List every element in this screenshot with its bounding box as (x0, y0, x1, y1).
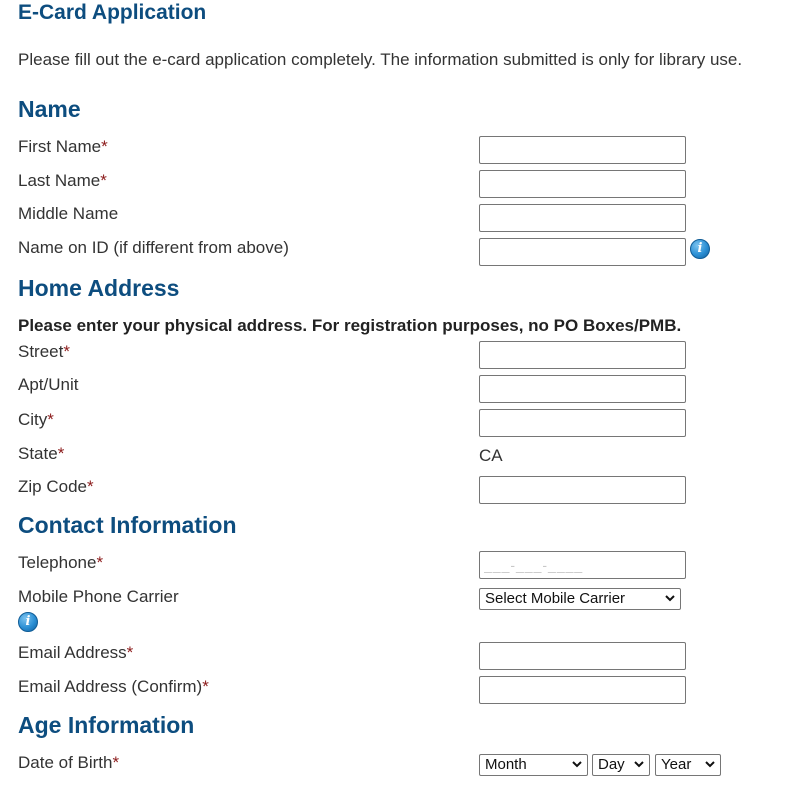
chevron-down-icon (705, 761, 715, 768)
mobile-carrier-selected: Select Mobile Carrier (485, 590, 626, 607)
dob-day-select[interactable]: Day (592, 754, 650, 776)
zip-code-label: Zip Code* (18, 477, 94, 496)
dob-year-select[interactable]: Year (655, 754, 721, 776)
required-marker: * (126, 643, 134, 662)
chevron-down-icon (665, 595, 675, 602)
required-marker: * (101, 137, 108, 156)
chevron-down-icon (634, 761, 644, 768)
last-name-input[interactable] (479, 170, 686, 198)
street-input[interactable] (479, 341, 686, 369)
email-confirm-input[interactable] (479, 676, 686, 704)
last-name-label: Last Name* (18, 171, 107, 190)
date-of-birth-label: Date of Birth* (18, 753, 120, 772)
section-heading-name: Name (18, 96, 81, 122)
city-input[interactable] (479, 409, 686, 437)
first-name-input[interactable] (479, 136, 686, 164)
email-confirm-label: Email Address (Confirm)* (18, 677, 209, 696)
dob-month-select[interactable]: Month (479, 754, 588, 776)
zip-code-input[interactable] (479, 476, 686, 504)
mobile-carrier-label: Mobile Phone Carrier (18, 587, 179, 606)
email-label: Email Address* (18, 643, 134, 662)
first-name-label: First Name* (18, 137, 108, 156)
middle-name-input[interactable] (479, 204, 686, 232)
required-marker: * (100, 171, 107, 190)
section-heading-contact-information: Contact Information (18, 512, 237, 538)
street-label: Street* (18, 342, 70, 361)
required-marker: * (47, 410, 54, 429)
telephone-label: Telephone* (18, 553, 104, 572)
required-marker: * (86, 477, 94, 496)
dob-month-selected: Month (485, 756, 527, 773)
required-marker: * (96, 553, 104, 572)
city-label: City* (18, 410, 54, 429)
required-marker: * (63, 342, 70, 361)
state-label: State* (18, 444, 65, 463)
required-marker: * (112, 753, 120, 772)
address-notice: Please enter your physical address. For … (18, 316, 682, 335)
middle-name-label: Middle Name (18, 204, 119, 223)
required-marker: * (57, 444, 65, 463)
section-heading-age-information: Age Information (18, 712, 195, 738)
state-value: CA (479, 446, 503, 465)
section-heading-home-address: Home Address (18, 275, 180, 301)
required-marker: * (202, 677, 209, 696)
mobile-carrier-select[interactable]: Select Mobile Carrier (479, 588, 681, 610)
dob-day-selected: Day (598, 756, 625, 773)
apt-unit-label: Apt/Unit (18, 375, 79, 394)
apt-unit-input[interactable] (479, 375, 686, 403)
email-input[interactable] (479, 642, 686, 670)
telephone-input[interactable] (479, 551, 686, 579)
page-title: E-Card Application (18, 1, 207, 24)
name-on-id-input[interactable] (479, 238, 686, 266)
name-on-id-label: Name on ID (if different from above) (18, 238, 289, 257)
info-icon[interactable]: i (18, 612, 38, 632)
intro-text: Please fill out the e-card application c… (18, 50, 743, 69)
dob-year-selected: Year (661, 756, 692, 773)
info-icon[interactable]: i (690, 239, 710, 259)
chevron-down-icon (572, 761, 582, 768)
